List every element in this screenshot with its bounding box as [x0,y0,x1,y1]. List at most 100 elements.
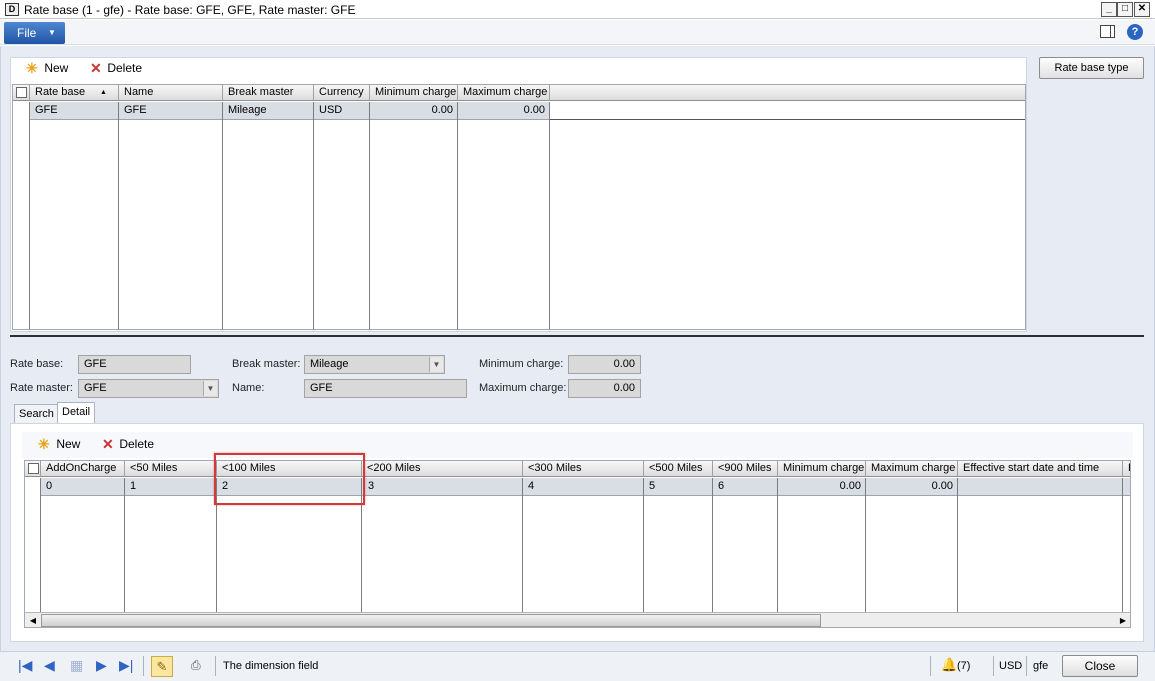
first-record-icon[interactable]: |◀ [18,658,32,673]
help-icon[interactable]: ? [1127,24,1143,40]
column-header-200-miles[interactable]: <200 Miles [362,461,523,477]
tab-search[interactable]: Search [14,404,59,424]
name-field[interactable]: GFE [304,379,467,398]
chevron-down-icon[interactable]: ▼ [203,381,217,396]
tab-detail[interactable]: Detail [57,402,96,424]
scroll-left-icon[interactable]: ◀ [27,615,39,626]
column-divider [777,478,778,613]
column-header-break-master[interactable]: Break master [223,85,314,101]
column-divider [313,102,314,329]
rate-master-dropdown[interactable]: GFE ▼ [78,379,219,398]
cell-effective-start[interactable] [958,478,1123,496]
close-button[interactable]: Close [1062,655,1138,677]
alerts-count[interactable]: (7) [957,660,970,672]
rate-base-grid: Rate base ▲ Name Break master Currency Mi… [12,84,1026,330]
cell-name[interactable]: GFE [119,102,223,120]
delete-button-label: Delete [107,61,143,75]
detail-new-button[interactable]: ✳ New [38,437,80,451]
currency-indicator[interactable]: USD [999,660,1022,672]
app-icon: D [5,3,19,16]
column-divider [222,102,223,329]
cell-200-miles[interactable]: 3 [362,478,523,496]
column-divider [1122,478,1123,613]
column-header-minimum-charge[interactable]: Minimum charge [778,461,866,477]
previous-record-icon[interactable]: ◀ [44,658,55,673]
maximize-icon[interactable]: □ [1117,2,1133,17]
column-header-maximum-charge[interactable]: Maximum charge [866,461,958,477]
company-indicator[interactable]: gfe [1033,660,1048,672]
select-all-checkbox[interactable] [16,87,27,98]
detail-toolbar [22,432,1133,458]
edit-pencil-icon[interactable]: ✎ [151,656,173,677]
separator [930,656,931,676]
scroll-right-icon[interactable]: ▶ [1117,615,1129,626]
column-header-currency[interactable]: Currency [314,85,370,101]
detail-select-all-checkbox[interactable] [28,463,39,474]
column-divider [369,102,370,329]
rate-base-field[interactable]: GFE [78,355,191,374]
column-header-300-miles[interactable]: <300 Miles [523,461,644,477]
cell-maximum-charge[interactable]: 0.00 [458,102,550,120]
cell-500-miles[interactable]: 5 [644,478,713,496]
chevron-down-icon[interactable]: ▼ [429,357,443,372]
rate-master-value: GFE [84,382,107,394]
new-icon: ✳ [26,60,38,76]
column-header-maximum-charge[interactable]: Maximum charge [458,85,550,101]
minimum-charge-label: Minimum charge: [479,358,564,370]
close-window-icon[interactable]: ✕ [1134,2,1150,17]
maximum-charge-field[interactable]: 0.00 [568,379,641,398]
minimum-charge-field[interactable]: 0.00 [568,355,641,374]
sort-ascending-icon: ▲ [100,89,107,96]
next-record-icon[interactable]: ▶ [96,658,107,673]
cell-rate-base[interactable]: GFE [30,102,119,120]
window-title: Rate base (1 - gfe) - Rate base: GFE, GF… [24,3,356,17]
separator [215,656,216,676]
cell-minimum-charge[interactable]: 0.00 [370,102,458,120]
column-header-effective-start[interactable]: Effective start date and time [958,461,1123,477]
column-header-500-miles[interactable]: <500 Miles [644,461,713,477]
column-header-name[interactable]: Name [119,85,223,101]
column-divider [957,478,958,613]
cell-currency[interactable]: USD [314,102,370,120]
cell-minimum-charge[interactable]: 0.00 [778,478,866,496]
last-record-icon[interactable]: ▶| [119,658,133,673]
splitter[interactable] [10,335,1144,337]
detail-delete-button[interactable]: ✕ Delete [102,437,154,451]
minimize-icon[interactable]: _ [1101,2,1117,17]
delete-button[interactable]: ✕ Delete [90,61,142,75]
maximum-charge-label: Maximum charge: [479,382,567,394]
break-master-dropdown[interactable]: Mileage ▼ [304,355,445,374]
cell-900-miles[interactable]: 6 [713,478,778,496]
column-header-addoncharge[interactable]: AddOnCharge [41,461,125,477]
column-header-900-miles[interactable]: <900 Miles [713,461,778,477]
cell-filler [550,102,1025,120]
horizontal-scrollbar[interactable]: ◀ ▶ [25,612,1130,627]
detail-new-label: New [56,437,81,451]
grid-view-icon[interactable]: ▦ [70,658,83,673]
cell-maximum-charge[interactable]: 0.00 [866,478,958,496]
column-header-rate-base[interactable]: Rate base ▲ [30,85,119,101]
chevron-down-icon: ▼ [48,28,56,37]
status-bar [0,651,1155,681]
menu-bar [0,20,1155,45]
cell-truncated[interactable] [1123,478,1130,496]
cell-break-master[interactable]: Mileage [223,102,314,120]
attachment-icon[interactable]: ⎙ [191,658,201,673]
scrollbar-thumb[interactable] [41,614,821,627]
file-menu-button[interactable]: File ▼ [4,22,65,44]
status-message: The dimension field [223,660,319,672]
column-header-truncated[interactable]: E [1123,461,1130,477]
detail-delete-label: Delete [119,437,155,451]
column-divider [29,102,30,329]
cell-addoncharge[interactable]: 0 [41,478,125,496]
column-header-minimum-charge[interactable]: Minimum charge [370,85,458,101]
cell-300-miles[interactable]: 4 [523,478,644,496]
column-header-50-miles[interactable]: <50 Miles [125,461,217,477]
notification-bell-icon[interactable]: 🔔 [941,657,957,673]
column-divider [124,478,125,613]
panel-layout-icon[interactable] [1100,25,1115,38]
new-button[interactable]: ✳ New [26,61,68,75]
cell-50-miles[interactable]: 1 [125,478,217,496]
break-master-value: Mileage [310,358,349,370]
rate-base-type-button[interactable]: Rate base type [1039,57,1144,79]
